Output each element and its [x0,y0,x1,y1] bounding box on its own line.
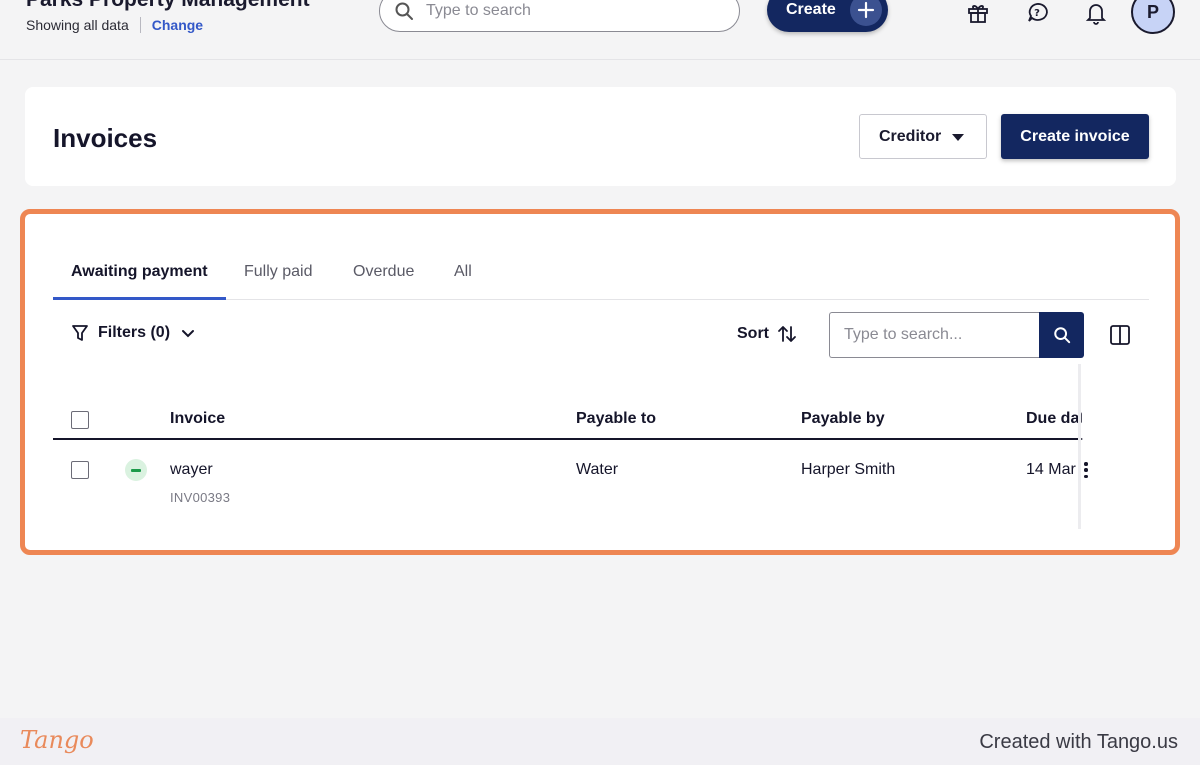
search-icon [1053,327,1070,344]
chevron-down-icon [182,330,195,338]
row-actions-menu-icon[interactable] [1083,462,1089,478]
filters-button[interactable]: Filters (0) [71,324,204,342]
column-header-payable-by[interactable]: Payable by [801,410,885,428]
tango-logo: Tango [20,726,94,754]
columns-toggle-icon[interactable] [1109,324,1131,346]
column-header-due-date[interactable]: Due date [1026,410,1082,428]
tab-awaiting-payment[interactable]: Awaiting payment [71,263,208,281]
payable-to: Water [576,461,619,478]
organization-name: Parks Property Management [26,0,310,12]
tab-all[interactable]: All [454,263,472,281]
top-header: Parks Property Management Showing all da… [0,0,1200,60]
bell-icon[interactable] [1083,0,1109,26]
column-header-payable-to[interactable]: Payable to [576,410,656,428]
create-button-label: Create [786,1,836,18]
tab-fully-paid[interactable]: Fully paid [244,263,312,281]
page-title: Invoices [53,123,158,153]
status-tabs: Awaiting payment Fully paid Overdue All [53,254,1149,300]
svg-text:?: ? [1034,8,1040,19]
table-header: Invoice Payable to Payable by [53,399,1149,440]
divider [139,17,141,33]
showing-text: Showing all data [26,17,129,33]
create-button[interactable]: Create [767,0,888,32]
sort-arrows-icon [778,326,796,342]
status-partial-icon [125,459,147,481]
active-tab-indicator [53,297,226,300]
sticky-actions-column [1078,364,1164,529]
change-link[interactable]: Change [152,17,203,33]
invoice-name[interactable]: wayer [170,461,213,479]
avatar[interactable]: P [1131,0,1175,34]
due-date: 14 Mar [1026,461,1076,478]
search-icon [395,2,413,20]
global-search[interactable] [379,0,740,32]
plus-icon [850,0,882,26]
table-search-button[interactable] [1039,312,1084,358]
payable-by: Harper Smith [801,461,896,478]
gift-icon[interactable] [965,0,991,26]
table-search [829,312,1084,358]
table-row[interactable]: wayer INV00393 Water Harper Smith [53,442,1149,512]
page-header-card: Invoices Creditor Create invoice [25,87,1176,186]
tab-overdue[interactable]: Overdue [353,263,414,281]
tango-footer: Tango Created with Tango.us [0,718,1200,765]
filter-icon [72,325,88,341]
caret-down-icon [952,134,964,141]
help-icon[interactable]: ? [1024,0,1050,26]
creditor-dropdown[interactable]: Creditor [859,114,987,159]
create-invoice-button[interactable]: Create invoice [1001,114,1149,159]
invoice-number: INV00393 [170,490,231,505]
created-with-text: Created with Tango.us [979,731,1178,753]
column-header-invoice[interactable]: Invoice [170,410,225,428]
filters-label: Filters (0) [98,324,171,341]
data-scope: Showing all data Change [26,17,203,33]
table-search-input[interactable] [829,312,1039,358]
due-date-column: Due date 14 Mar [1026,399,1082,514]
select-all-checkbox[interactable] [71,411,89,429]
sort-button[interactable]: Sort [737,324,797,344]
invoices-table-card: Awaiting payment Fully paid Overdue All … [20,209,1180,555]
sort-label: Sort [737,325,769,342]
creditor-label: Creditor [879,127,942,145]
global-search-input[interactable] [426,2,706,20]
row-checkbox[interactable] [71,461,89,479]
